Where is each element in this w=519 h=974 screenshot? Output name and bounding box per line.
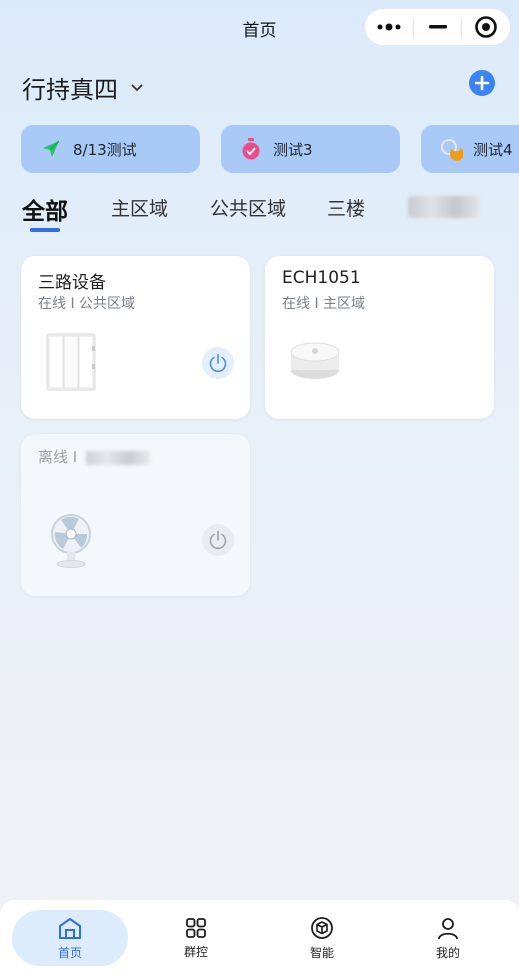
tab-redacted[interactable] xyxy=(408,196,480,218)
home-name: 行持真四 xyxy=(22,76,118,104)
scene-chip[interactable]: 测试3 xyxy=(221,125,400,173)
device-card[interactable]: 离线 I xyxy=(21,434,250,596)
device-status: 离线 I xyxy=(38,446,150,467)
device-card[interactable]: 三路设备 在线 I 公共区域 xyxy=(21,256,250,419)
scene-chip-label: 8/13测试 xyxy=(73,140,137,159)
home-selector[interactable]: 行持真四 xyxy=(22,70,144,105)
chevron-down-icon xyxy=(131,83,143,91)
close-button[interactable] xyxy=(462,9,510,45)
scene-chip-label: 测试3 xyxy=(273,140,313,159)
timer-icon xyxy=(239,137,263,161)
grid-icon xyxy=(186,917,206,938)
target-icon xyxy=(475,16,497,38)
add-button[interactable] xyxy=(469,70,495,96)
redacted-room xyxy=(85,450,150,465)
mini-program-capsule xyxy=(364,8,511,46)
power-icon xyxy=(209,530,227,550)
minimize-icon xyxy=(428,25,447,29)
send-icon xyxy=(39,137,63,161)
tabbar-item-mine[interactable]: 我的 xyxy=(390,910,506,966)
cube-icon xyxy=(311,916,333,939)
more-dots-icon xyxy=(377,23,401,31)
minimize-button[interactable] xyxy=(414,9,462,45)
device-status: 在线 I 主区域 xyxy=(282,296,366,312)
tabbar-label: 智能 xyxy=(309,945,334,960)
power-icon xyxy=(209,353,227,373)
power-button[interactable] xyxy=(202,524,234,556)
device-name: 三路设备 xyxy=(38,273,106,293)
more-button[interactable] xyxy=(365,9,413,45)
tab-all[interactable]: 全部 xyxy=(22,192,68,226)
plus-icon xyxy=(474,75,490,91)
sensor-puck-image xyxy=(290,342,340,379)
user-icon xyxy=(438,917,458,939)
tab-third-floor[interactable]: 三楼 xyxy=(327,194,365,221)
power-button[interactable] xyxy=(202,347,234,379)
device-card[interactable]: ECH1051 在线 I 主区域 xyxy=(265,256,494,419)
scene-chip[interactable]: 测试4 xyxy=(421,125,519,173)
tab-main-area[interactable]: 主区域 xyxy=(111,194,168,221)
moon-icon xyxy=(439,137,463,161)
active-tab-indicator xyxy=(30,228,60,232)
wall-switch-image xyxy=(46,333,96,391)
tabbar-item-home[interactable]: 首页 xyxy=(12,910,128,966)
device-status: 在线 I 公共区域 xyxy=(38,296,136,312)
tabbar-label: 首页 xyxy=(57,945,82,960)
desk-fan-image xyxy=(51,514,91,568)
tabbar-item-group-control[interactable]: 群控 xyxy=(138,910,254,966)
tabbar-label: 群控 xyxy=(183,944,208,959)
scene-chip[interactable]: 8/13测试 xyxy=(21,125,200,173)
device-name: ECH1051 xyxy=(282,268,361,288)
scene-chip-label: 测试4 xyxy=(473,140,513,159)
tab-public-area[interactable]: 公共区域 xyxy=(210,194,286,221)
tabbar-label: 我的 xyxy=(435,945,460,960)
tabbar-item-smart[interactable]: 智能 xyxy=(264,910,380,966)
home-icon xyxy=(59,917,81,939)
